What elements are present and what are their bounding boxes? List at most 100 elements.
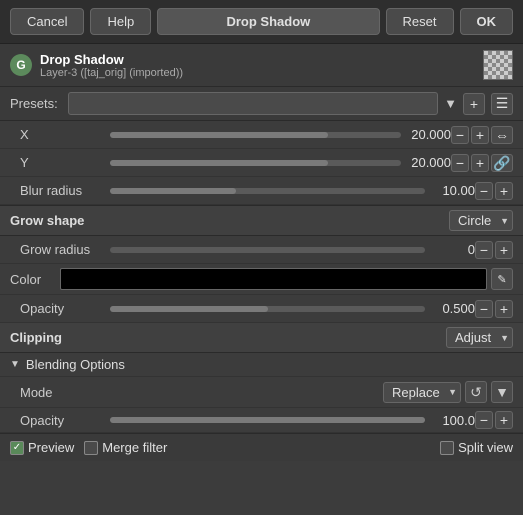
mode-controls: Replace ↺ ▼ (383, 381, 513, 403)
y-value: 20.000 (401, 155, 451, 170)
presets-select[interactable] (68, 92, 438, 115)
param-section: X 20.000 − + ⇔ Y 20.000 − + 🔗 Blur radiu… (0, 121, 523, 205)
title-button: Drop Shadow (157, 8, 379, 35)
grow-radius-label: Grow radius (20, 242, 110, 257)
opacity-row: Opacity 0.500 − + (0, 295, 523, 323)
color-label: Color (10, 272, 60, 287)
y-slider-track[interactable] (110, 160, 401, 166)
mode-reset-button[interactable]: ↺ (465, 381, 487, 403)
blur-label: Blur radius (20, 183, 110, 198)
blend-opacity-value: 100.0 (425, 413, 475, 428)
clipping-label: Clipping (10, 330, 446, 345)
y-link-button[interactable]: 🔗 (491, 154, 513, 172)
y-label: Y (20, 155, 110, 170)
merge-filter-checkbox-row[interactable]: Merge filter (84, 440, 167, 455)
mode-dropdown[interactable]: Replace (383, 382, 461, 403)
dialog-title: Drop Shadow (40, 52, 483, 67)
dialog-subtitle: Layer-3 ([taj_orig] (imported)) (40, 67, 483, 79)
y-slider-area[interactable] (110, 160, 401, 166)
preview-checkmark-icon: ✓ (10, 441, 24, 455)
grow-radius-slider-area[interactable] (110, 247, 425, 253)
merge-filter-label: Merge filter (102, 440, 167, 455)
cancel-button[interactable]: Cancel (10, 8, 84, 35)
y-row: Y 20.000 − + 🔗 (0, 149, 523, 177)
color-swatch[interactable] (60, 268, 487, 290)
opacity-slider-track[interactable] (110, 306, 425, 312)
grow-shape-dropdown[interactable]: Circle (449, 210, 513, 231)
mode-extra-button[interactable]: ▼ (491, 381, 513, 403)
blend-opacity-slider-fill (110, 417, 425, 423)
grow-shape-select[interactable]: Circle (449, 210, 513, 231)
blend-section-header[interactable]: ▼ Blending Options (0, 353, 523, 377)
split-view-checkbox-row[interactable]: Split view (440, 440, 513, 455)
blur-minus-plus: − + (475, 182, 513, 200)
x-minus-plus: − + (451, 126, 489, 144)
clipping-select[interactable]: Adjust (446, 327, 513, 348)
blur-minus-button[interactable]: − (475, 182, 493, 200)
grow-radius-minus-button[interactable]: − (475, 241, 493, 259)
merge-filter-checkbox-icon (84, 441, 98, 455)
blend-opacity-label: Opacity (20, 413, 110, 428)
ok-button[interactable]: OK (460, 8, 514, 35)
y-plus-button[interactable]: + (471, 154, 489, 172)
presets-add-button[interactable]: + (463, 93, 485, 115)
x-label: X (20, 127, 110, 142)
presets-menu-button[interactable]: ☰ (491, 93, 513, 115)
x-expand-button[interactable]: ⇔ (491, 126, 513, 144)
clipping-dropdown[interactable]: Adjust (446, 327, 513, 348)
reset-button[interactable]: Reset (386, 8, 454, 35)
preview-checkbox-row[interactable]: ✓ Preview (10, 440, 74, 455)
color-row: Color ✎ (0, 264, 523, 295)
preview-thumbnail (483, 50, 513, 80)
grow-radius-value: 0 (425, 242, 475, 257)
x-row: X 20.000 − + ⇔ (0, 121, 523, 149)
grow-radius-plus-button[interactable]: + (495, 241, 513, 259)
gimp-icon: G (10, 54, 32, 76)
y-slider-fill (110, 160, 328, 166)
blend-opacity-slider-area[interactable] (110, 417, 425, 423)
x-plus-button[interactable]: + (471, 126, 489, 144)
x-slider-area[interactable] (110, 132, 401, 138)
dialog-header: G Drop Shadow Layer-3 ([taj_orig] (impor… (0, 44, 523, 87)
grow-shape-row: Grow shape Circle (0, 205, 523, 236)
mode-select[interactable]: Replace (383, 382, 461, 403)
split-view-checkbox-icon (440, 441, 454, 455)
blur-slider-fill (110, 188, 236, 194)
header-text: Drop Shadow Layer-3 ([taj_orig] (importe… (40, 52, 483, 79)
grow-radius-minus-plus: − + (475, 241, 513, 259)
opacity-slider-area[interactable] (110, 306, 425, 312)
color-edit-button[interactable]: ✎ (491, 268, 513, 290)
grow-radius-row: Grow radius 0 − + (0, 236, 523, 264)
blend-opacity-row: Opacity 100.0 − + (0, 408, 523, 433)
blend-arrow-icon: ▼ (10, 359, 20, 370)
help-button[interactable]: Help (90, 8, 151, 35)
blur-slider-track[interactable] (110, 188, 425, 194)
bottom-bar: ✓ Preview Merge filter Split view (0, 433, 523, 461)
blend-section-label: Blending Options (26, 357, 125, 372)
presets-row: Presets: ▼ + ☰ (0, 87, 523, 121)
top-toolbar: Cancel Help Drop Shadow Reset OK (0, 0, 523, 44)
blur-slider-area[interactable] (110, 188, 425, 194)
opacity-minus-button[interactable]: − (475, 300, 493, 318)
opacity-slider-fill (110, 306, 268, 312)
presets-dropdown-arrow: ▼ (444, 96, 457, 111)
x-minus-button[interactable]: − (451, 126, 469, 144)
x-slider-fill (110, 132, 328, 138)
presets-label: Presets: (10, 96, 58, 111)
grow-radius-slider-track[interactable] (110, 247, 425, 253)
blend-opacity-minus-plus: − + (475, 411, 513, 429)
x-slider-track[interactable] (110, 132, 401, 138)
blend-opacity-slider-track[interactable] (110, 417, 425, 423)
x-value: 20.000 (401, 127, 451, 142)
blur-plus-button[interactable]: + (495, 182, 513, 200)
opacity-plus-button[interactable]: + (495, 300, 513, 318)
mode-label: Mode (20, 385, 383, 400)
y-minus-button[interactable]: − (451, 154, 469, 172)
blur-row: Blur radius 10.00 − + (0, 177, 523, 205)
opacity-value: 0.500 (425, 301, 475, 316)
grow-shape-label: Grow shape (10, 213, 449, 228)
split-view-label: Split view (458, 440, 513, 455)
clipping-row: Clipping Adjust (0, 323, 523, 353)
blend-opacity-plus-button[interactable]: + (495, 411, 513, 429)
blend-opacity-minus-button[interactable]: − (475, 411, 493, 429)
